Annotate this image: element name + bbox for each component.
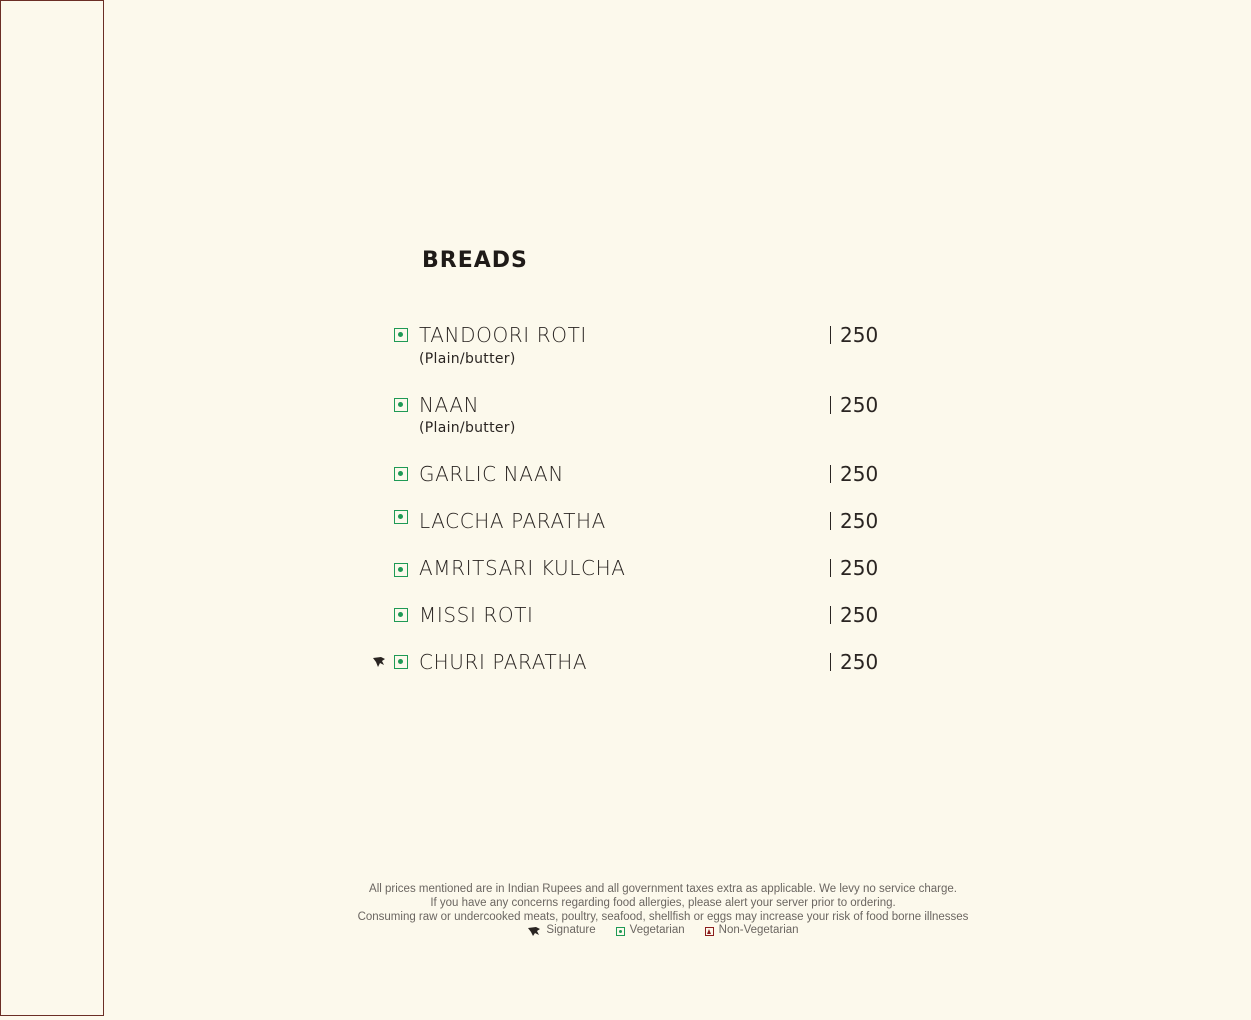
legend-vegetarian: Vegetarian <box>615 924 685 938</box>
menu-item: MISSI ROTI 250 <box>372 603 892 643</box>
item-name: NAAN <box>419 393 480 417</box>
item-price: 250 <box>830 556 878 580</box>
menu-item: TANDOORI ROTI (Plain/butter) 250 <box>372 323 892 367</box>
item-name: MISSI ROTI <box>419 603 534 627</box>
footer-allergy-note: If you have any concerns regarding food … <box>430 896 896 909</box>
legend-signature-label: Signature <box>546 924 596 937</box>
chef-hat-icon <box>528 926 541 936</box>
item-price: 250 <box>830 509 878 533</box>
price-divider <box>830 512 831 530</box>
side-panel <box>0 0 104 1016</box>
price-value: 250 <box>840 509 879 533</box>
vegetarian-icon <box>394 608 408 622</box>
vegetarian-icon <box>394 328 408 342</box>
non-vegetarian-icon <box>704 926 714 936</box>
footer: All prices mentioned are in Indian Rupee… <box>330 883 996 938</box>
footer-consumption-warning: Consuming raw or undercooked meats, poul… <box>357 910 969 923</box>
vegetarian-icon <box>394 563 408 577</box>
price-value: 250 <box>840 650 879 674</box>
legend-non-vegetarian-label: Non-Vegetarian <box>718 924 799 937</box>
item-price: 250 <box>830 603 878 627</box>
price-value: 250 <box>840 556 879 580</box>
item-description: (Plain/butter) <box>419 420 516 436</box>
item-name: GARLIC NAAN <box>419 462 564 486</box>
vegetarian-icon <box>394 510 408 524</box>
legend-non-vegetarian: Non-Vegetarian <box>704 924 799 938</box>
item-price: 250 <box>830 650 878 674</box>
menu-item: NAAN (Plain/butter) 250 <box>372 393 892 436</box>
vegetarian-icon <box>394 655 408 669</box>
chef-hat-icon <box>373 657 385 667</box>
menu-item: AMRITSARI KULCHA 250 <box>372 556 892 596</box>
legend-signature: Signature <box>527 924 596 938</box>
item-name: CHURI PARATHA <box>419 650 588 674</box>
menu-item: GARLIC NAAN 250 <box>372 462 892 502</box>
item-name: LACCHA PARATHA <box>419 509 606 533</box>
price-divider <box>830 653 831 671</box>
item-name: AMRITSARI KULCHA <box>419 556 626 580</box>
price-divider <box>830 326 831 344</box>
vegetarian-icon <box>394 467 408 481</box>
price-value: 250 <box>840 393 879 417</box>
item-name: TANDOORI ROTI <box>419 323 587 347</box>
price-divider <box>830 396 831 414</box>
vegetarian-icon <box>615 926 625 936</box>
price-value: 250 <box>840 603 879 627</box>
price-value: 250 <box>840 323 879 347</box>
legend-vegetarian-label: Vegetarian <box>629 924 685 937</box>
menu-item: CHURI PARATHA 250 <box>372 650 892 690</box>
price-divider <box>830 465 831 483</box>
price-divider <box>830 559 831 577</box>
footer-prices-note: All prices mentioned are in Indian Rupee… <box>369 883 957 895</box>
menu-item: LACCHA PARATHA 250 <box>372 509 892 549</box>
item-price: 250 <box>830 462 878 486</box>
item-price: 250 <box>830 323 878 347</box>
section-title: BREADS <box>422 248 528 273</box>
vegetarian-icon <box>394 398 408 412</box>
item-description: (Plain/butter) <box>419 351 516 367</box>
price-divider <box>830 606 831 624</box>
item-price: 250 <box>830 393 878 417</box>
legend: Signature Vegetarian Non-Vegetarian <box>330 924 996 938</box>
price-value: 250 <box>840 462 879 486</box>
